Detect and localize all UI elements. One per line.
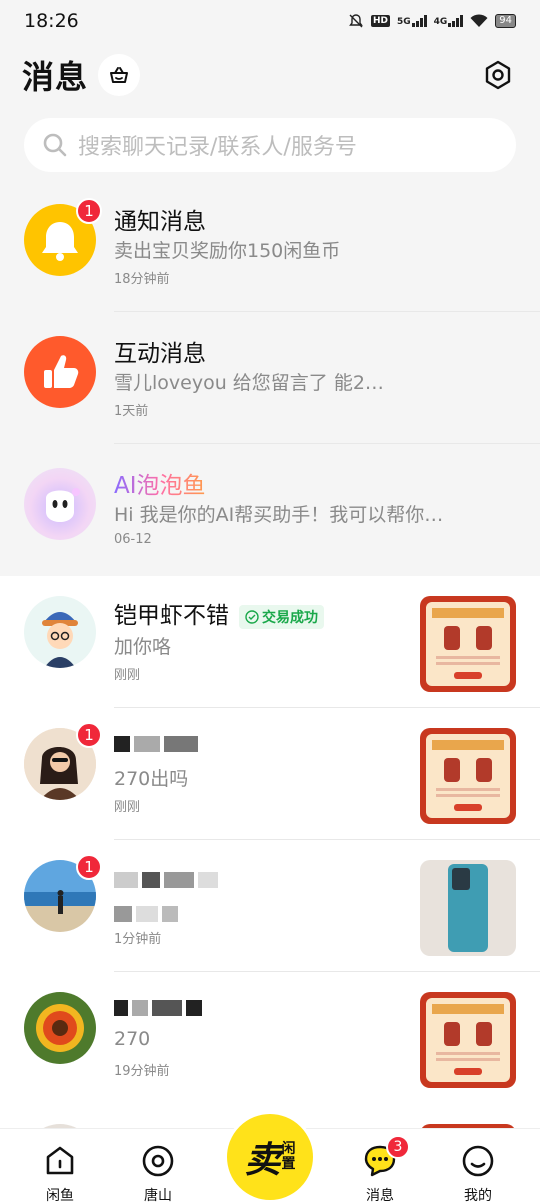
hd-icon: HD: [370, 15, 390, 27]
row-subtitle: 卖出宝贝奖励你150闲鱼币: [114, 240, 341, 262]
settings-icon: [485, 60, 511, 90]
flower-photo: [24, 992, 96, 1064]
thumbs-up-icon: [44, 355, 79, 388]
unread-badge: 1: [76, 198, 102, 224]
wifi-icon: [470, 14, 488, 27]
product-image: [420, 596, 516, 692]
ai-bubble-fish-icon: [46, 488, 80, 522]
status-icons: HD 5G 4G 94: [348, 13, 516, 29]
product-thumbnail: [420, 860, 516, 956]
chat-time: 刚刚: [114, 668, 141, 683]
chat-name-redacted: [114, 730, 202, 756]
messages-badge: 3: [386, 1135, 410, 1159]
basket-icon: [110, 67, 129, 83]
chat-name: 铠甲虾不错 交易成功: [114, 596, 324, 630]
chat-item[interactable]: 270 19分钟前: [0, 972, 540, 1104]
row-subtitle: Hi 我是你的AI帮买助手！我可以帮你…: [114, 504, 444, 526]
search-icon: [43, 133, 67, 157]
page-title: 消息: [22, 58, 89, 96]
chat-message: 270出吗: [114, 768, 189, 790]
basket-button[interactable]: [98, 54, 141, 96]
user-avatar: [24, 992, 96, 1064]
sell-button[interactable]: 卖 闲 置: [224, 1111, 316, 1203]
settings-button[interactable]: [478, 55, 518, 95]
product-thumbnail: [420, 728, 516, 824]
unread-badge: 1: [76, 854, 102, 880]
trade-success-tag: 交易成功: [239, 604, 324, 629]
nav-local[interactable]: 唐山: [118, 1129, 198, 1204]
chat-name-redacted: [114, 866, 222, 892]
row-title: 通知消息: [114, 209, 206, 235]
list-item-notifications[interactable]: 1 通知消息 卖出宝贝奖励你150闲鱼币 18分钟前: [0, 180, 540, 312]
sell-main-label: 卖: [244, 1140, 281, 1181]
row-title: AI泡泡鱼: [114, 466, 206, 500]
chat-item[interactable]: 1 1分钟前: [0, 840, 540, 972]
header: 消息: [0, 52, 540, 98]
chat-message: 270: [114, 1028, 151, 1050]
chat-message: 加你咯: [114, 636, 172, 658]
product-thumbnail: [420, 596, 516, 692]
interaction-avatar: [24, 336, 96, 408]
chat-message-redacted: [114, 902, 182, 924]
nav-label: 消息: [366, 1188, 394, 1204]
list-item-ai-assistant[interactable]: AI泡泡鱼 Hi 我是你的AI帮买助手！我可以帮你… 06-12: [0, 444, 540, 576]
product-image: [420, 992, 516, 1088]
row-title: 互动消息: [114, 341, 206, 367]
row-time: 1天前: [114, 404, 149, 419]
signal-5g: 5G: [397, 15, 427, 27]
phone-product-image: [420, 860, 516, 956]
bottom-nav: 闲鱼 唐山 卖 闲 置 3 消息 我的: [0, 1111, 540, 1204]
product-image: [420, 728, 516, 824]
chat-item[interactable]: 1 270出吗 刚刚: [0, 708, 540, 840]
sell-sub-label: 闲 置: [281, 1141, 296, 1172]
chat-name-redacted: [114, 994, 206, 1020]
location-icon: [142, 1145, 174, 1177]
nav-profile[interactable]: 我的: [438, 1129, 518, 1204]
list-item-interactions[interactable]: 互动消息 雪儿loveyou 给您留言了 能2… 1天前: [0, 312, 540, 444]
check-circle-icon: [245, 609, 259, 624]
chat-time: 刚刚: [114, 800, 141, 815]
unread-badge: 1: [76, 722, 102, 748]
user-avatar: [24, 596, 96, 668]
nav-label: 我的: [464, 1188, 492, 1204]
search-placeholder: 搜索聊天记录/联系人/服务号: [78, 135, 357, 160]
row-time: 06-12: [114, 532, 152, 547]
nav-label: 唐山: [144, 1188, 172, 1204]
ai-avatar: [24, 468, 96, 540]
battery-icon: 94: [495, 14, 516, 28]
row-time: 18分钟前: [114, 272, 170, 287]
signal-4g: 4G: [434, 15, 464, 27]
row-subtitle: 雪儿loveyou 给您留言了 能2…: [114, 372, 384, 394]
chat-item[interactable]: 铠甲虾不错 交易成功 加你咯 刚刚: [0, 576, 540, 708]
search-bar[interactable]: 搜索聊天记录/联系人/服务号: [24, 118, 516, 172]
nav-home[interactable]: 闲鱼: [20, 1129, 100, 1204]
nav-messages[interactable]: 3 消息: [340, 1129, 420, 1204]
profile-icon: [462, 1145, 494, 1177]
status-bar: 18:26 HD 5G 4G 94: [0, 0, 540, 42]
chat-list: 铠甲虾不错 交易成功 加你咯 刚刚 1 270出吗 刚刚 1 1分钟前 270 …: [0, 576, 540, 1128]
mute-icon: [349, 14, 363, 28]
home-icon: [46, 1146, 74, 1175]
cartoon-avatar-image: [24, 596, 96, 668]
product-thumbnail: [420, 992, 516, 1088]
chat-time: 19分钟前: [114, 1064, 170, 1079]
status-time: 18:26: [24, 10, 79, 32]
nav-label: 闲鱼: [46, 1188, 74, 1204]
chat-time: 1分钟前: [114, 932, 162, 947]
